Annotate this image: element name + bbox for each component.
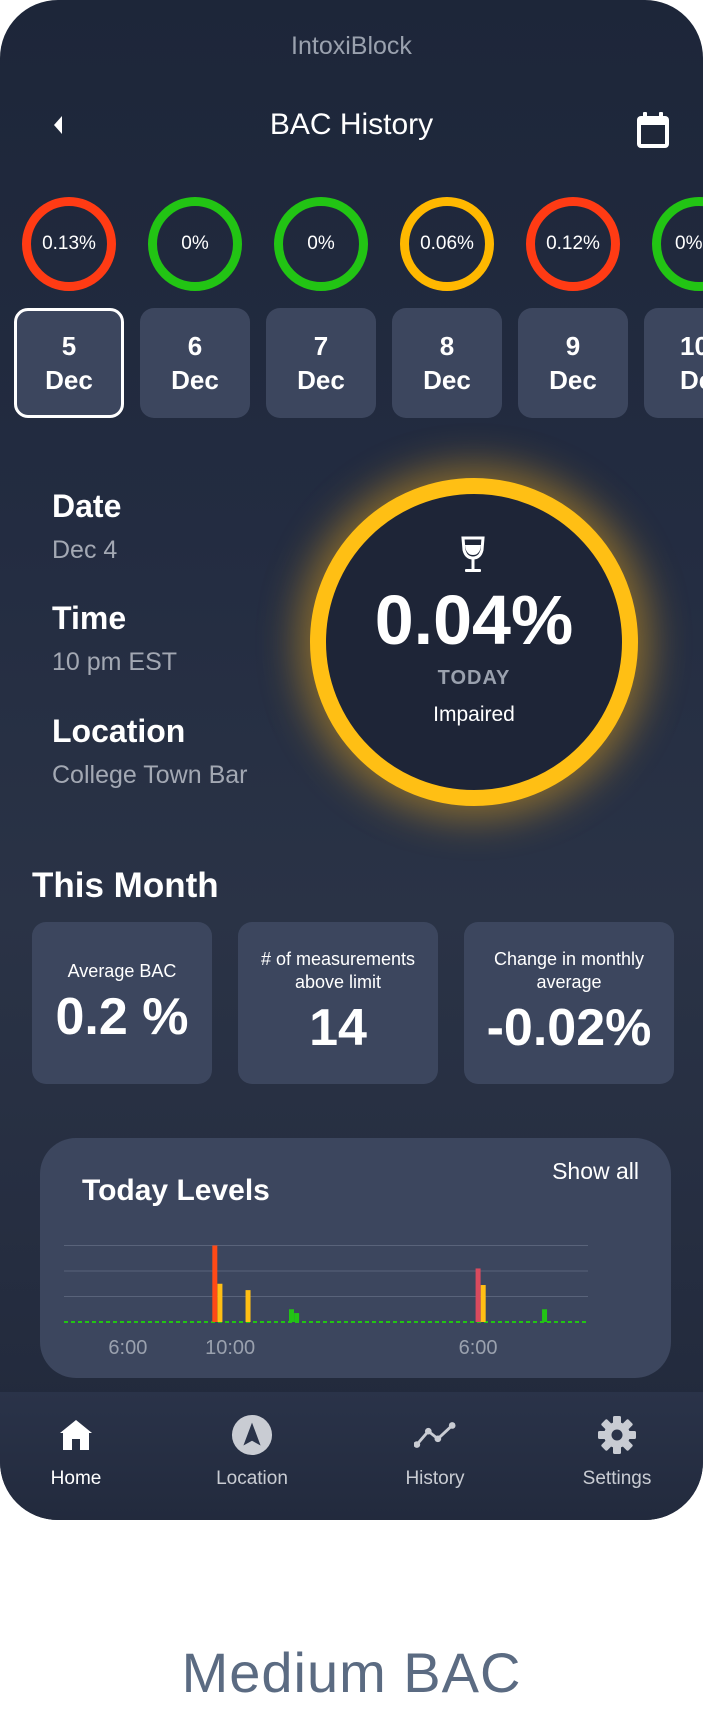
- tab-label: Home: [50, 1468, 102, 1489]
- tab-label: History: [405, 1468, 465, 1489]
- level-bar: [475, 1268, 481, 1322]
- date-month: Dec: [423, 365, 471, 395]
- bac-value: 0.04%: [374, 581, 574, 659]
- date-day: 10: [680, 331, 703, 361]
- stat-label: # of measurements above limit: [260, 949, 416, 992]
- bac-period: TODAY: [437, 667, 511, 689]
- date-day: 6: [187, 331, 203, 361]
- tab-settings[interactable]: Settings: [552, 1414, 682, 1504]
- date-value: Dec 4: [52, 536, 118, 564]
- x-tick-label: 10:00: [205, 1337, 255, 1358]
- tab-location[interactable]: Location: [187, 1414, 317, 1504]
- date-card-selected[interactable]: 5 Dec: [14, 308, 124, 418]
- today-levels-chart: 6:00 10:00 6:00: [64, 1245, 588, 1358]
- level-bar: [245, 1290, 251, 1322]
- date-card[interactable]: 7 Dec: [266, 308, 376, 418]
- navigation-arrow-icon: [231, 1414, 273, 1456]
- date-month: Dec: [297, 365, 345, 395]
- x-tick-label: 6:00: [108, 1337, 147, 1358]
- date-day: 9: [565, 331, 581, 361]
- tab-label: Location: [216, 1468, 288, 1489]
- day-bac-ring[interactable]: 0.06%: [400, 197, 494, 291]
- trend-line-icon: [414, 1414, 456, 1456]
- date-day: 7: [313, 331, 329, 361]
- caption: Medium BAC: [181, 1641, 522, 1704]
- date-card[interactable]: 8 Dec: [392, 308, 502, 418]
- level-bar: [212, 1245, 218, 1322]
- ring-value: 0%: [675, 233, 703, 254]
- level-bar: [217, 1283, 223, 1322]
- day-bac-ring[interactable]: 0.12%: [526, 197, 620, 291]
- date-card[interactable]: 10 Dec: [644, 308, 703, 418]
- stat-label: Average BAC: [67, 960, 177, 981]
- tab-history[interactable]: History: [370, 1414, 500, 1504]
- screen-title: BAC History: [269, 108, 434, 141]
- location-value: College Town Bar: [52, 761, 248, 789]
- stat-value: 0.2 %: [55, 987, 189, 1046]
- level-bar: [480, 1285, 486, 1322]
- monthly-change-card: Change in monthly average -0.02%: [464, 922, 674, 1084]
- today-levels-card: Today Levels Show all 6:00 10:00 6:00: [40, 1138, 671, 1378]
- this-month-title: This Month: [32, 866, 219, 905]
- bac-status: Impaired: [433, 703, 515, 726]
- stat-value: -0.02%: [486, 999, 652, 1057]
- day-bac-ring[interactable]: 0%: [274, 197, 368, 291]
- date-day: 8: [439, 331, 455, 361]
- tab-label: Settings: [582, 1468, 652, 1489]
- date-month: Dec: [171, 365, 219, 395]
- above-limit-card: # of measurements above limit 14: [238, 922, 438, 1084]
- stat-label: Change in monthly average: [493, 949, 645, 992]
- time-value: 10 pm EST: [52, 648, 178, 676]
- date-card[interactable]: 9 Dec: [518, 308, 628, 418]
- date-card[interactable]: 6 Dec: [140, 308, 250, 418]
- ring-value: 0.12%: [546, 233, 600, 254]
- ring-value: 0.13%: [42, 233, 96, 254]
- show-all-link[interactable]: Show all: [552, 1158, 639, 1185]
- today-levels-title: Today Levels: [82, 1174, 270, 1207]
- calendar-icon: [637, 112, 669, 148]
- level-bar: [288, 1309, 294, 1322]
- day-bac-ring[interactable]: 0%: [652, 197, 703, 291]
- phone-screen: IntoxiBlock BAC History 0.13% 0% 0% 0.06…: [0, 0, 703, 1520]
- day-bac-ring[interactable]: 0%: [148, 197, 242, 291]
- stat-value: 14: [309, 999, 367, 1057]
- tab-bar: Home Location History Settings: [0, 1392, 703, 1520]
- app-title: IntoxiBlock: [291, 32, 412, 60]
- wine-glass-icon: [461, 536, 485, 572]
- gear-icon: [596, 1414, 638, 1456]
- level-bar: [294, 1313, 300, 1322]
- date-month: Dec: [549, 365, 597, 395]
- location-label: Location: [52, 713, 186, 749]
- date-month: Dec: [680, 365, 703, 395]
- x-tick-label: 6:00: [459, 1337, 498, 1358]
- date-label: Date: [52, 488, 122, 524]
- ring-value: 0%: [307, 233, 335, 254]
- date-day: 5: [61, 331, 77, 361]
- ring-value: 0.06%: [420, 233, 474, 254]
- day-bac-ring[interactable]: 0.13%: [22, 197, 116, 291]
- calendar-button[interactable]: [634, 110, 672, 150]
- average-bac-card: Average BAC 0.2 %: [32, 922, 212, 1084]
- home-icon: [55, 1414, 97, 1456]
- ring-value: 0%: [181, 233, 209, 254]
- level-bar: [542, 1309, 548, 1322]
- date-month: Dec: [45, 365, 93, 395]
- time-label: Time: [52, 600, 127, 636]
- tab-home[interactable]: Home: [11, 1414, 141, 1504]
